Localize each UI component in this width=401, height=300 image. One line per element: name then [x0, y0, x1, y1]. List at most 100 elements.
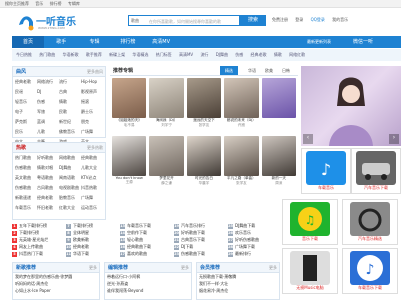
top-link[interactable]: 排行榜 — [50, 1, 62, 6]
rank-title[interactable]: 欢乐音乐 — [235, 230, 251, 235]
search-type-select[interactable]: 歌曲 — [131, 18, 139, 24]
nav-singer[interactable]: 歌手 — [45, 36, 77, 48]
list-item[interactable]: 谁伴我闯荡·Beyond — [105, 287, 191, 294]
ranking-item[interactable]: 14 空前作下载 — [120, 229, 172, 236]
rank-title[interactable]: 空前作下载 — [127, 230, 147, 235]
ranking-item[interactable]: 26 欢乐音乐 — [228, 229, 280, 236]
genre-link[interactable]: 电子 — [15, 109, 37, 115]
list-item[interactable]: 无损歌曲下载·萧敬腾 — [197, 273, 279, 280]
ranking-item[interactable]: 7 下载排行榜 — [66, 222, 118, 229]
nav-wechat-link[interactable]: 微信一听 — [353, 36, 373, 48]
ranking-item[interactable]: 16 经典歌曲下载 — [120, 243, 172, 250]
album-artist[interactable]: 许嵩 — [224, 123, 258, 128]
hot-tag[interactable]: 歌手推荐 — [86, 52, 102, 57]
nav-update-link[interactable]: 最新更新列表 — [307, 36, 331, 48]
list-item[interactable]: 烟花易冷·周杰伦 — [197, 287, 279, 294]
album-cover[interactable] — [261, 136, 296, 176]
list-item[interactable]: 我的梦在那里的伤感乐曲·徐梦圆 — [13, 273, 99, 280]
album-card[interactable]: 梦里花开 薛之谦 — [149, 136, 184, 186]
genre-link[interactable]: 运动音乐 — [81, 205, 103, 211]
ranking-item[interactable]: 4 网友上传歌曲 — [12, 243, 64, 250]
rank-title[interactable]: DJ舞曲下载 — [235, 223, 255, 228]
rank-title[interactable]: 经典歌曲下载 — [127, 244, 151, 249]
more-link[interactable]: 更多曲风 — [87, 67, 103, 77]
genre-link[interactable]: 怀旧老歌 — [37, 205, 59, 211]
genre-link[interactable]: 新世纪 — [59, 119, 81, 125]
genre-link[interactable]: 伤感歌曲 — [15, 165, 37, 171]
rank-title[interactable]: 古典音乐下载 — [181, 237, 205, 242]
ranking-item[interactable]: 25 DJ舞曲下载 — [228, 222, 280, 229]
genre-link[interactable]: 佛教音乐 — [59, 129, 81, 135]
top-link[interactable]: 专辑库 — [68, 1, 80, 6]
genre-link[interactable]: 经典老歌 — [37, 195, 59, 201]
tab-chinese[interactable]: 华语 — [248, 68, 256, 74]
genre-link[interactable]: 军旅 — [37, 109, 59, 115]
top-link[interactable]: 音乐 — [35, 1, 43, 6]
ranking-item[interactable]: 15 轻心歌曲 — [120, 236, 172, 243]
rank-title[interactable]: 全体明星 — [73, 230, 89, 235]
album-artist[interactable]: 华晨宇 — [187, 181, 221, 186]
album-artist[interactable]: 张学友 — [187, 123, 221, 128]
more-link[interactable]: 更多 — [181, 263, 189, 273]
genre-link[interactable]: 英文歌曲 — [15, 175, 37, 181]
genre-link[interactable]: 情歌对唱 — [37, 165, 59, 171]
genre-link[interactable]: 抖音热歌 — [81, 185, 103, 191]
ranking-item[interactable]: 13 车载音乐下载 — [120, 222, 172, 229]
genre-link[interactable]: 新歌速递 — [15, 195, 37, 201]
hot-tag[interactable]: 华语新歌 — [63, 52, 79, 57]
ranking-item[interactable]: 8 全体明星 — [66, 229, 118, 236]
ranking-item[interactable]: 1 五年下载排行榜 — [12, 222, 64, 229]
album-artist[interactable]: 周深 — [262, 181, 296, 186]
rank-title[interactable]: 欧美新歌 — [73, 237, 89, 242]
rank-title[interactable]: 汽车音乐排行 — [181, 223, 205, 228]
my-music-link[interactable]: 我的音乐 — [332, 17, 348, 22]
hot-tag[interactable]: 高清MV — [179, 52, 193, 57]
album-artist[interactable]: 毛不易 — [112, 123, 146, 128]
album-artist[interactable]: 王源 — [112, 180, 146, 185]
genre-link[interactable]: 伤感 — [37, 99, 59, 105]
next-arrow-icon[interactable]: › — [389, 134, 399, 144]
album-cover[interactable] — [186, 136, 222, 176]
genre-link[interactable]: 爵士乐 — [81, 109, 103, 115]
top-link[interactable]: 搜你主页推荐 — [5, 1, 29, 6]
album-card[interactable]: 海阔我（DJ） 刘宇宁 — [149, 78, 184, 128]
hot-tag[interactable]: 流行 — [200, 52, 208, 57]
nav-album[interactable]: 专辑 — [79, 36, 111, 48]
rank-title[interactable]: 华语下载 — [73, 251, 89, 256]
genre-link[interactable]: 民谣 — [15, 89, 37, 95]
genre-link[interactable]: DJ — [37, 89, 59, 95]
ranking-item[interactable]: 3 无英雄·星光灿烂 — [12, 236, 64, 243]
tab-western[interactable]: 欧美 — [265, 68, 273, 74]
list-item[interactable]: 逆光·孙燕姿 — [105, 280, 191, 287]
genre-link[interactable]: DJ舞曲 — [59, 165, 81, 171]
genre-link[interactable]: Hip-Hop — [81, 79, 103, 85]
ranking-item[interactable]: 23 伤感歌曲下载 — [174, 250, 226, 257]
ranking-item[interactable]: 29 最新排行 — [228, 250, 280, 257]
album-cover[interactable] — [224, 136, 259, 176]
genre-link[interactable]: 闽南语歌 — [59, 175, 81, 181]
genre-link[interactable]: 情歌 — [59, 99, 81, 105]
search-button[interactable]: 搜索 — [240, 15, 266, 26]
ranking-item[interactable]: 22 DJ下载 — [174, 243, 226, 250]
album-cover[interactable] — [112, 78, 147, 118]
genre-link[interactable]: 经典歌曲 — [81, 155, 103, 161]
rank-title[interactable]: 下载排行榜 — [19, 230, 39, 235]
list-item[interactable]: 我们不一样·大壮 — [197, 280, 279, 287]
more-link[interactable]: 更多 — [89, 263, 97, 273]
list-item[interactable]: 心如止水·Ice Paper — [13, 287, 99, 294]
genre-link[interactable]: 古风歌曲 — [37, 185, 59, 191]
album-card[interactable]: 《姐姐她的天》 毛不易 — [112, 78, 147, 128]
login-link[interactable]: 登录 — [295, 17, 303, 22]
album-cover[interactable] — [186, 78, 222, 118]
genre-link[interactable]: 朋克 — [81, 119, 103, 125]
album-cover[interactable] — [149, 136, 184, 176]
rank-title[interactable]: 下载排行榜 — [73, 223, 93, 228]
genre-link[interactable]: 红歌大全 — [59, 205, 81, 211]
nav-home[interactable]: 首页 — [12, 36, 44, 48]
rank-title[interactable]: 五年下载排行榜 — [19, 223, 47, 228]
genre-link[interactable]: 古典 — [59, 89, 81, 95]
genre-link[interactable]: 轻音乐 — [15, 99, 37, 105]
ranking-item[interactable]: 2 下载排行榜 — [12, 229, 64, 236]
rank-title[interactable]: 无英雄·星光灿烂 — [19, 237, 48, 242]
album-cover[interactable] — [224, 78, 259, 118]
